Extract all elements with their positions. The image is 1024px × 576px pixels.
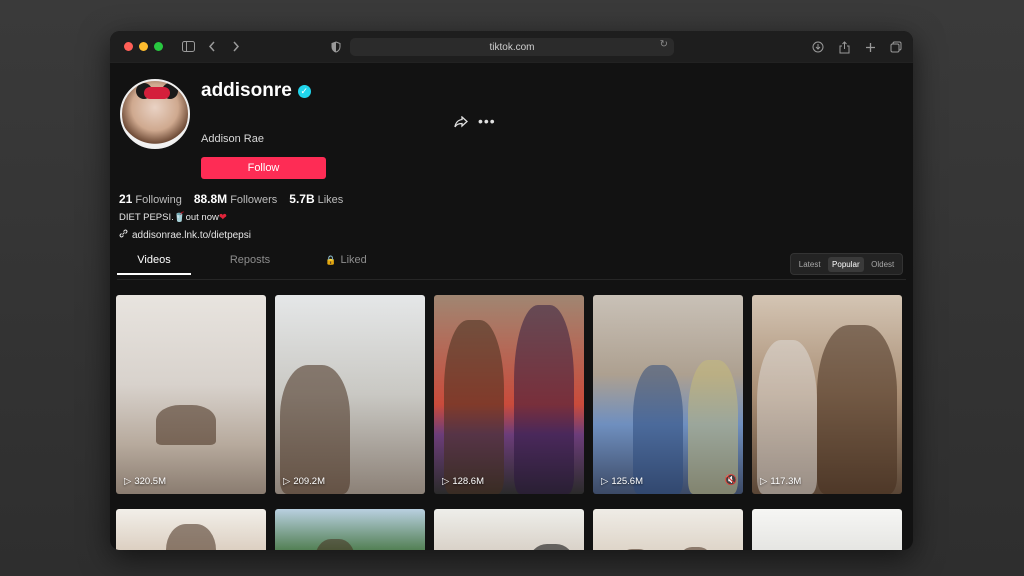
follow-button[interactable]: Follow — [201, 157, 326, 179]
play-icon: ▷ — [124, 476, 132, 487]
minimize-window-button[interactable] — [139, 42, 148, 51]
share-page-icon[interactable] — [835, 38, 853, 56]
sidebar-toggle-icon[interactable] — [179, 38, 197, 56]
soda-icon: 🥤 — [173, 212, 186, 223]
video-thumbnail[interactable] — [593, 509, 743, 550]
close-window-button[interactable] — [124, 42, 133, 51]
verified-badge-icon: ✓ — [297, 84, 311, 98]
thumbnail-figure — [514, 305, 574, 494]
view-count: ▷ 320.5M — [124, 476, 166, 487]
sort-latest[interactable]: Latest — [795, 257, 825, 272]
maximize-window-button[interactable] — [154, 42, 163, 51]
play-icon: ▷ — [601, 476, 609, 487]
video-thumbnail[interactable] — [752, 509, 902, 550]
link-icon — [119, 229, 128, 241]
video-thumbnail[interactable]: ▷ 320.5M — [116, 295, 266, 494]
video-thumbnail[interactable]: ▷ 125.6M 🔇 — [593, 295, 743, 494]
username-text: addisonre — [201, 80, 292, 101]
profile-bio: DIET PEPSI.🥤out now❤ — [119, 212, 227, 223]
browser-window: tiktok.com ↻ addisonre ✓ Addison Rae Fol… — [110, 31, 913, 550]
back-icon[interactable] — [203, 38, 221, 56]
video-grid: ▷ 320.5M ▷ 209.2M ▷ 128.6M ▷ 125.6M 🔇 ▷ 117.3 — [116, 295, 906, 550]
sort-selector: Latest Popular Oldest — [790, 253, 903, 275]
privacy-shield-icon[interactable] — [327, 38, 345, 56]
url-text: tiktok.com — [489, 41, 535, 53]
thumbnail-figure — [444, 320, 504, 494]
video-thumbnail[interactable] — [275, 509, 425, 550]
browser-toolbar: tiktok.com ↻ — [110, 31, 913, 63]
stat-followers[interactable]: 88.8M Followers — [194, 192, 277, 206]
thumbnail-figure — [529, 544, 574, 550]
sort-popular[interactable]: Popular — [828, 256, 864, 272]
thumbnail-figure — [618, 549, 653, 550]
more-options-icon[interactable]: ••• — [478, 113, 496, 129]
thumbnail-figure — [688, 360, 738, 494]
play-icon: ▷ — [442, 476, 450, 487]
lock-icon: 🔒 — [325, 255, 337, 265]
sort-oldest[interactable]: Oldest — [867, 257, 898, 272]
muted-icon[interactable]: 🔇 — [725, 475, 737, 486]
download-icon[interactable] — [809, 38, 827, 56]
video-thumbnail[interactable] — [116, 509, 266, 550]
thumbnail-figure — [757, 340, 817, 494]
tab-reposts[interactable]: Reposts — [213, 254, 287, 275]
share-profile-icon[interactable] — [454, 115, 468, 131]
profile-avatar[interactable] — [120, 79, 190, 149]
thumbnail-figure — [817, 325, 897, 494]
profile-link[interactable]: addisonrae.lnk.to/dietpepsi — [119, 229, 251, 241]
profile-username: addisonre ✓ — [201, 80, 311, 102]
thumbnail-figure — [166, 524, 216, 550]
profile-tabs: Videos Reposts 🔒 Liked — [117, 254, 405, 275]
display-name: Addison Rae — [201, 133, 264, 145]
stat-following[interactable]: 21 Following — [119, 192, 182, 206]
profile-stats: 21 Following 88.8M Followers 5.7B Likes — [119, 192, 343, 206]
view-count: ▷ 117.3M — [760, 476, 802, 487]
window-controls — [124, 42, 163, 51]
new-tab-icon[interactable] — [861, 38, 879, 56]
thumbnail-figure — [280, 365, 350, 494]
play-icon: ▷ — [760, 476, 768, 487]
video-thumbnail[interactable] — [434, 509, 584, 550]
tab-overview-icon[interactable] — [887, 38, 905, 56]
stat-likes: 5.7B Likes — [289, 192, 344, 206]
tab-liked[interactable]: 🔒 Liked — [309, 254, 383, 275]
thumbnail-figure — [315, 539, 355, 550]
view-count: ▷ 209.2M — [283, 476, 325, 487]
heart-icon: ❤ — [218, 212, 227, 223]
thumbnail-figure — [156, 405, 216, 445]
link-text: addisonrae.lnk.to/dietpepsi — [132, 229, 251, 241]
view-count: ▷ 128.6M — [442, 476, 484, 487]
video-thumbnail[interactable]: ▷ 209.2M — [275, 295, 425, 494]
thumbnail-figure — [633, 365, 683, 494]
reload-icon[interactable]: ↻ — [660, 39, 668, 50]
play-icon: ▷ — [283, 476, 291, 487]
tab-videos[interactable]: Videos — [117, 254, 191, 275]
avatar-bow — [144, 87, 170, 99]
address-bar[interactable]: tiktok.com ↻ — [350, 38, 674, 56]
thumbnail-figure — [678, 547, 713, 550]
forward-icon[interactable] — [227, 38, 245, 56]
video-thumbnail[interactable]: ▷ 128.6M — [434, 295, 584, 494]
view-count: ▷ 125.6M — [601, 476, 643, 487]
tabs-divider — [117, 279, 906, 280]
video-thumbnail[interactable]: ▷ 117.3M — [752, 295, 902, 494]
